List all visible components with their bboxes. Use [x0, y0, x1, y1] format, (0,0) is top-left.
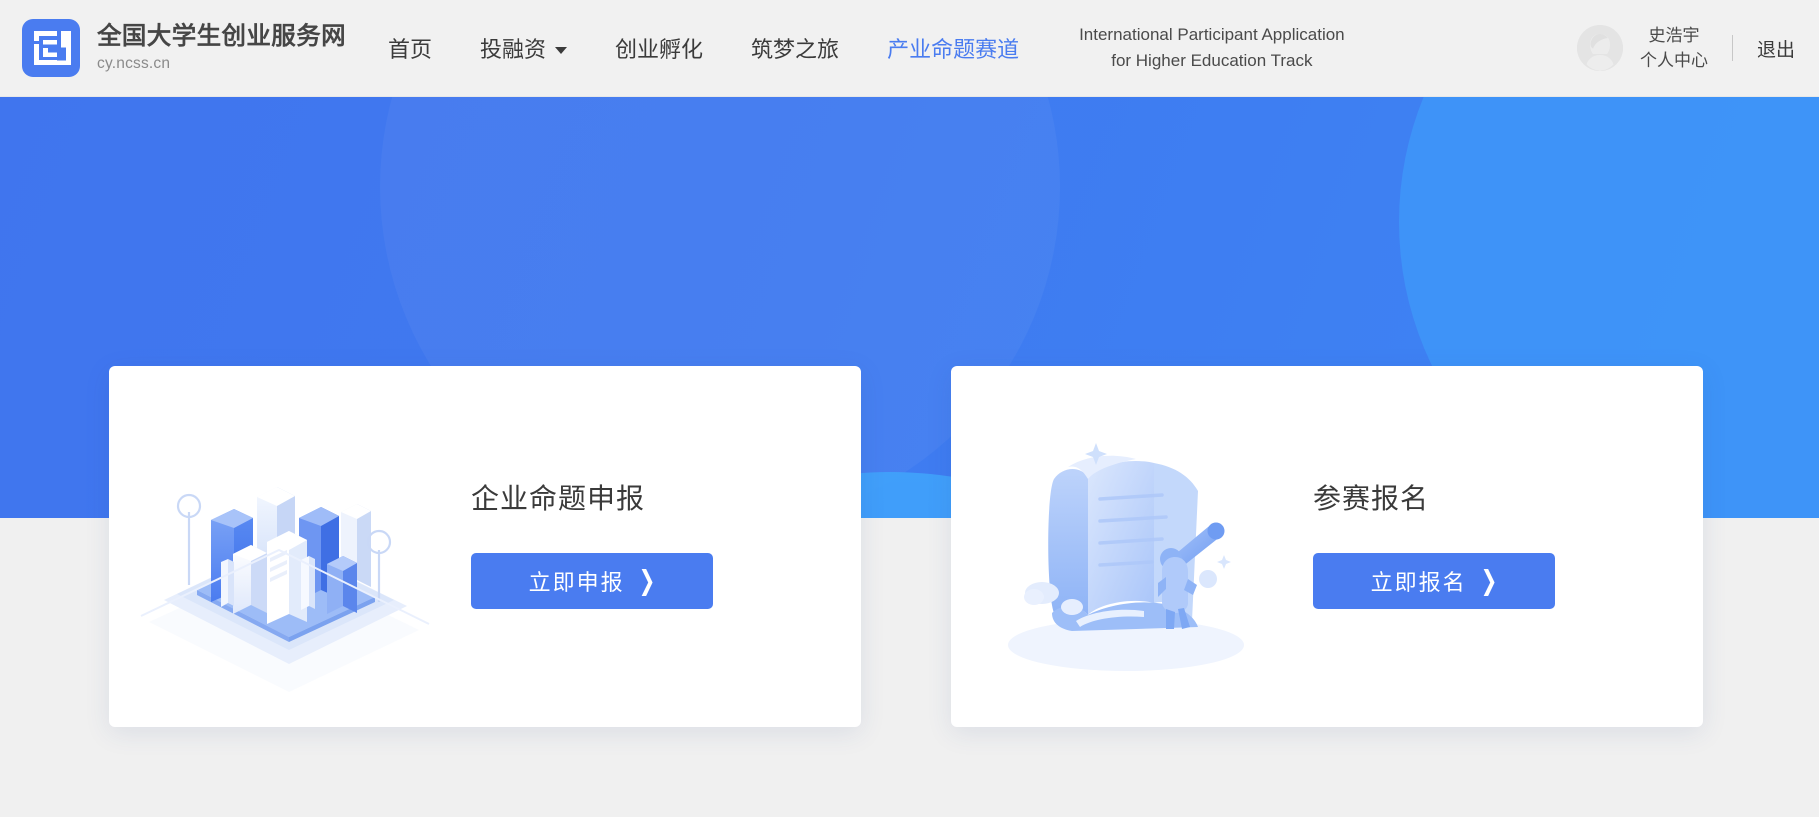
brand-text: 全国大学生创业服务网 cy.ncss.cn — [97, 23, 346, 72]
chevron-right-icon: ❯ — [639, 564, 656, 598]
user-area: 史浩宇 个人中心 退出 — [1577, 0, 1795, 96]
cy-logo-icon — [22, 19, 80, 77]
nav-item-industry-track[interactable]: 产业命题赛道 — [887, 32, 1019, 64]
user-name: 史浩宇 — [1640, 23, 1708, 49]
card-body: 参赛报名 立即报名 ❯ — [1313, 477, 1555, 617]
brand-domain: cy.ncss.cn — [97, 55, 346, 73]
card-body: 企业命题申报 立即申报 ❯ — [471, 477, 713, 617]
button-label: 立即申报 — [529, 565, 625, 597]
nav-item-label: 创业孵化 — [615, 32, 703, 64]
nav-item-incubation[interactable]: 创业孵化 — [615, 32, 703, 64]
isometric-city-buildings-icon — [119, 397, 449, 697]
nav-item-label: 投融资 — [480, 32, 546, 64]
button-label: 立即报名 — [1371, 565, 1467, 597]
nav-item-dream-journey[interactable]: 筑梦之旅 — [751, 32, 839, 64]
card-title: 参赛报名 — [1313, 477, 1555, 517]
nav-item-label: 筑梦之旅 — [751, 32, 839, 64]
nav-item-label: 首页 — [388, 32, 432, 64]
logout-button[interactable]: 退出 — [1757, 35, 1795, 62]
international-note-line-2: for Higher Education Track — [1079, 48, 1345, 74]
scroll-document-person-icon — [961, 397, 1291, 697]
nav-item-label: 产业命题赛道 — [887, 32, 1019, 64]
international-note-line-1: International Participant Application — [1079, 22, 1345, 48]
user-info[interactable]: 史浩宇 个人中心 — [1640, 23, 1708, 74]
user-center-label: 个人中心 — [1640, 48, 1708, 74]
international-application-note[interactable]: International Participant Application fo… — [1079, 22, 1345, 75]
brand-logo[interactable]: 全国大学生创业服务网 cy.ncss.cn — [22, 0, 346, 96]
apply-proposition-button[interactable]: 立即申报 ❯ — [471, 553, 713, 609]
main-navigation: 首页 投融资 创业孵化 筑梦之旅 产业命题赛道 — [388, 0, 1067, 96]
chevron-down-icon — [555, 47, 567, 54]
card-title: 企业命题申报 — [471, 477, 713, 517]
register-competition-button[interactable]: 立即报名 ❯ — [1313, 553, 1555, 609]
card-competition-registration[interactable]: 参赛报名 立即报名 ❯ — [951, 366, 1703, 727]
brand-title: 全国大学生创业服务网 — [97, 23, 346, 50]
card-enterprise-proposition[interactable]: 企业命题申报 立即申报 ❯ — [109, 366, 861, 727]
site-header: 全国大学生创业服务网 cy.ncss.cn 首页 投融资 创业孵化 筑梦之旅 产… — [0, 0, 1819, 97]
nav-item-investment[interactable]: 投融资 — [480, 32, 567, 64]
chevron-right-icon: ❯ — [1481, 564, 1498, 598]
user-divider — [1732, 35, 1733, 61]
user-avatar-icon[interactable] — [1577, 25, 1623, 71]
nav-item-home[interactable]: 首页 — [388, 32, 432, 64]
